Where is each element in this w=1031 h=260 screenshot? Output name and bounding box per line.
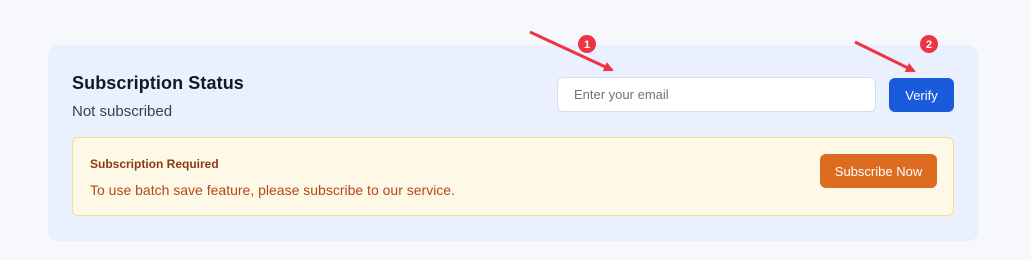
subscription-required-notice: Subscription Required To use batch save … — [72, 137, 954, 216]
email-input[interactable] — [557, 77, 876, 112]
subscription-card: Subscription Status Not subscribed Verif… — [48, 45, 978, 241]
notice-message: To use batch save feature, please subscr… — [90, 182, 455, 198]
subscription-title: Subscription Status — [72, 73, 244, 93]
notice-title: Subscription Required — [90, 157, 219, 171]
verify-button[interactable]: Verify — [889, 78, 954, 112]
subscribe-now-button[interactable]: Subscribe Now — [820, 154, 937, 188]
subscription-status-text: Not subscribed — [72, 103, 173, 120]
page: Subscription Status Not subscribed Verif… — [0, 0, 1031, 260]
